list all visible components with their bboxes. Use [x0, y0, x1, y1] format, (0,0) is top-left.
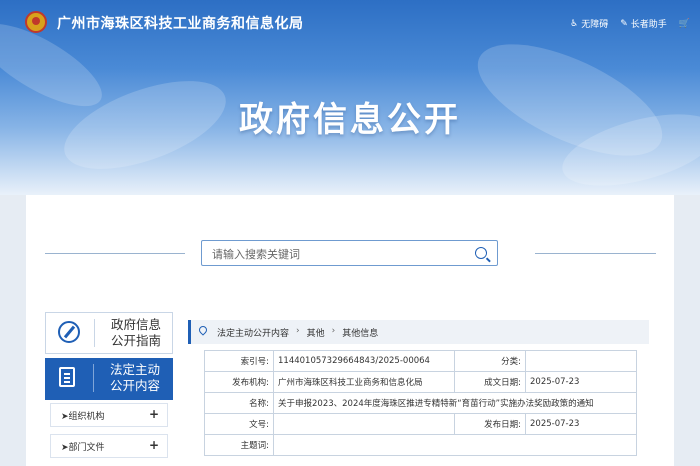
- breadcrumb-item[interactable]: 法定主动公开内容: [217, 326, 289, 339]
- document-icon: [59, 367, 75, 387]
- label-line: 公开内容: [109, 378, 160, 393]
- table-row: 文号: 发布日期: 2025-07-23: [204, 413, 637, 435]
- breadcrumb: 法定主动公开内容 › 其他 › 其他信息: [188, 320, 649, 344]
- sidebar-item-active-content[interactable]: 法定主动 公开内容: [45, 358, 173, 400]
- name-value: 关于申报2023、2024年度海珠区推进专精特新“育苗行动”实施办法奖励政策的通…: [273, 392, 637, 414]
- name-label: 名称:: [204, 392, 274, 414]
- breadcrumb-item[interactable]: 其他: [307, 326, 325, 339]
- label-text: 部门文件: [68, 443, 105, 453]
- document-info-table: 索引号: 114401057329664843/2025-00064 分类: 发…: [204, 350, 637, 456]
- sidebar-item-guide[interactable]: 政府信息 公开指南: [45, 312, 173, 354]
- breadcrumb-item[interactable]: 其他信息: [342, 326, 378, 339]
- divider: [93, 364, 94, 392]
- category-value: [525, 350, 637, 372]
- divider-line: [45, 253, 185, 254]
- top-bar: 广州市海珠区科技工业商务和信息化局 ♿ 无障碍 ✎ 长者助手 🛒: [0, 0, 700, 46]
- table-row: 发布机构: 广州市海珠区科技工业商务和信息化局 成文日期: 2025-07-23: [204, 371, 637, 393]
- sidebar-item-department-docs[interactable]: ➤部门文件 +: [50, 434, 168, 458]
- chevron-right-icon: ›: [296, 326, 300, 336]
- docno-value: [273, 413, 455, 435]
- category-label: 分类:: [454, 350, 526, 372]
- created-date-value: 2025-07-23: [525, 371, 637, 393]
- index-label: 索引号:: [204, 350, 274, 372]
- search-input[interactable]: [210, 245, 464, 263]
- subject-label: 主题词:: [204, 434, 274, 456]
- accessibility-link[interactable]: ♿ 无障碍: [570, 17, 609, 31]
- link-icon: ➤: [61, 412, 69, 422]
- location-icon: [197, 324, 209, 336]
- table-row: 索引号: 114401057329664843/2025-00064 分类:: [204, 350, 637, 372]
- elder-icon: ✎: [620, 18, 628, 29]
- accessibility-icon: ♿: [570, 18, 579, 29]
- header-tools: ♿ 无障碍 ✎ 长者助手 🛒: [570, 17, 690, 31]
- publisher-label: 发布机构:: [204, 371, 274, 393]
- docno-label: 文号:: [204, 413, 274, 435]
- index-value: 114401057329664843/2025-00064: [273, 350, 455, 372]
- sidebar-item-organization[interactable]: ➤组织机构 +: [50, 403, 168, 427]
- cart-icon: 🛒: [678, 18, 690, 29]
- link-icon: ➤: [61, 443, 69, 453]
- subject-value: [273, 434, 637, 456]
- sidebar-item-label: 政府信息 公开指南: [106, 317, 166, 349]
- label-line: 公开指南: [110, 333, 161, 348]
- table-row: 主题词:: [204, 434, 637, 456]
- page-title: 政府信息公开: [239, 100, 461, 140]
- created-date-label: 成文日期:: [454, 371, 526, 393]
- published-date-value: 2025-07-23: [525, 413, 637, 435]
- elder-assistant-link[interactable]: ✎ 长者助手: [620, 17, 667, 31]
- published-date-label: 发布日期:: [454, 413, 526, 435]
- national-emblem-icon: [25, 11, 47, 33]
- table-row: 名称: 关于申报2023、2024年度海珠区推进专精特新“育苗行动”实施办法奖励…: [204, 392, 637, 414]
- publisher-value: 广州市海珠区科技工业商务和信息化局: [273, 371, 455, 393]
- sidebar-item-label: ➤组织机构: [61, 409, 105, 422]
- accessibility-label: 无障碍: [581, 20, 609, 30]
- divider: [94, 319, 95, 347]
- sidebar-item-label: ➤部门文件: [61, 440, 105, 453]
- expand-plus-icon[interactable]: +: [149, 438, 159, 452]
- expand-plus-icon[interactable]: +: [149, 407, 159, 421]
- divider-line: [535, 253, 656, 254]
- site-title[interactable]: 广州市海珠区科技工业商务和信息化局: [57, 13, 304, 33]
- search-box: [201, 240, 498, 266]
- chevron-right-icon: ›: [331, 326, 336, 336]
- cart-link[interactable]: 🛒: [679, 17, 690, 30]
- label-line: 法定主动: [109, 362, 160, 377]
- label-line: 政府信息: [110, 317, 161, 332]
- search-icon[interactable]: [475, 247, 487, 259]
- compass-icon: [58, 321, 80, 343]
- elder-assistant-label: 长者助手: [630, 20, 667, 30]
- sidebar-item-label: 法定主动 公开内容: [105, 362, 165, 394]
- label-text: 组织机构: [68, 412, 105, 422]
